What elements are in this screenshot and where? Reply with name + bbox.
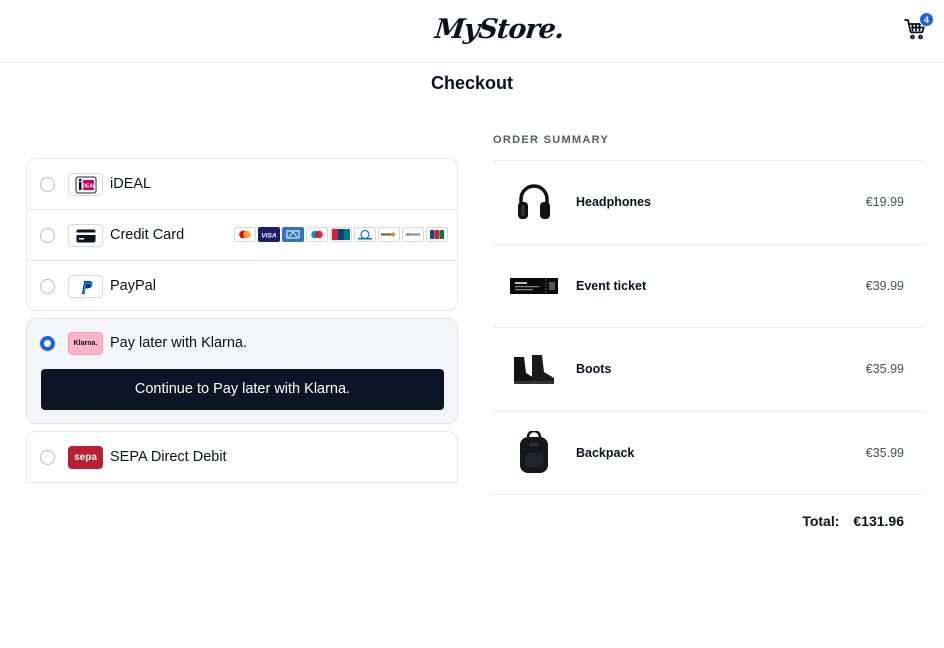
payment-label-klarna: Pay later with Klarna.	[110, 335, 248, 351]
payment-label-paypal: PayPal	[110, 278, 156, 294]
order-summary-title: ORDER SUMMARY	[493, 134, 610, 146]
item-name: Backpack	[576, 445, 635, 460]
klarna-logo-icon: Klarna.	[68, 332, 103, 355]
ideal-logo-icon: iDEAL	[68, 173, 103, 196]
ticket-image	[507, 261, 561, 311]
visa-icon: VISA	[258, 227, 280, 242]
sepa-logo-text: sepa	[74, 452, 97, 463]
elo-icon	[402, 227, 424, 242]
svg-text:iDEAL: iDEAL	[81, 183, 96, 189]
radio-klarna[interactable]	[40, 336, 55, 351]
order-items-list: Headphones €19.99 Event ticket €39.99 Bo…	[493, 160, 924, 495]
total-label: Total:	[802, 513, 840, 529]
discover-icon	[378, 227, 400, 242]
item-price: €35.99	[865, 445, 904, 460]
cart-count-badge: 4	[919, 12, 934, 27]
radio-credit-card[interactable]	[40, 228, 55, 243]
payment-label-sepa: SEPA Direct Debit	[110, 449, 227, 465]
jcb-icon	[426, 227, 448, 242]
payment-option-credit-card[interactable]: Credit Card VISA	[27, 210, 457, 261]
item-name: Headphones	[576, 195, 652, 209]
item-price: €19.99	[865, 195, 904, 209]
cart-button[interactable]: 4	[903, 12, 934, 43]
mastercard-icon	[234, 227, 256, 242]
order-item: Boots €35.99	[493, 328, 924, 412]
payment-option-klarna[interactable]: Klarna. Pay later with Klarna. Continue …	[26, 318, 458, 424]
backpack-image	[507, 428, 561, 478]
diners-icon	[354, 227, 376, 242]
item-price: €39.99	[865, 278, 904, 293]
site-header: MyStore. 4	[0, 0, 944, 63]
svg-text:VISA: VISA	[261, 233, 276, 240]
payment-option-sepa[interactable]: sepa SEPA Direct Debit	[26, 431, 458, 483]
radio-sepa[interactable]	[40, 450, 55, 465]
order-item: Event ticket €39.99	[493, 245, 924, 328]
order-item: Backpack €35.99	[493, 412, 924, 495]
radio-paypal[interactable]	[40, 279, 55, 294]
payment-option-paypal[interactable]: PayPal	[27, 261, 457, 310]
klarna-logo-text: Klarna.	[73, 340, 98, 347]
credit-card-icon	[68, 224, 103, 247]
item-name: Event ticket	[576, 278, 647, 293]
item-name: Boots	[576, 362, 612, 376]
order-item: Headphones €19.99	[493, 161, 924, 245]
payment-label-credit-card: Credit Card	[110, 227, 185, 243]
page-title: Checkout	[430, 73, 513, 93]
payment-methods-list: iDEAL iDEAL Credit Card VISA PayPal	[26, 158, 458, 311]
store-logo[interactable]: MyStore.	[433, 14, 565, 45]
maestro-icon	[306, 227, 328, 242]
payment-label-ideal: iDEAL	[110, 176, 152, 192]
total-value: €131.96	[853, 513, 904, 529]
unionpay-icon	[330, 227, 352, 242]
amex-icon	[282, 227, 304, 242]
headphones-image	[507, 177, 561, 227]
item-price: €35.99	[865, 362, 904, 376]
continue-klarna-button[interactable]: Continue to Pay later with Klarna.	[41, 369, 444, 410]
card-brand-logos: VISA	[234, 227, 448, 242]
payment-option-ideal[interactable]: iDEAL iDEAL	[27, 159, 457, 210]
order-summary: ORDER SUMMARY Headphones €19.99 Event ti…	[493, 134, 924, 529]
sepa-logo-icon: sepa	[68, 446, 103, 469]
order-total: Total: €131.96	[802, 513, 904, 529]
paypal-logo-icon	[68, 275, 103, 298]
radio-ideal[interactable]	[40, 177, 55, 192]
boots-image	[507, 344, 561, 394]
